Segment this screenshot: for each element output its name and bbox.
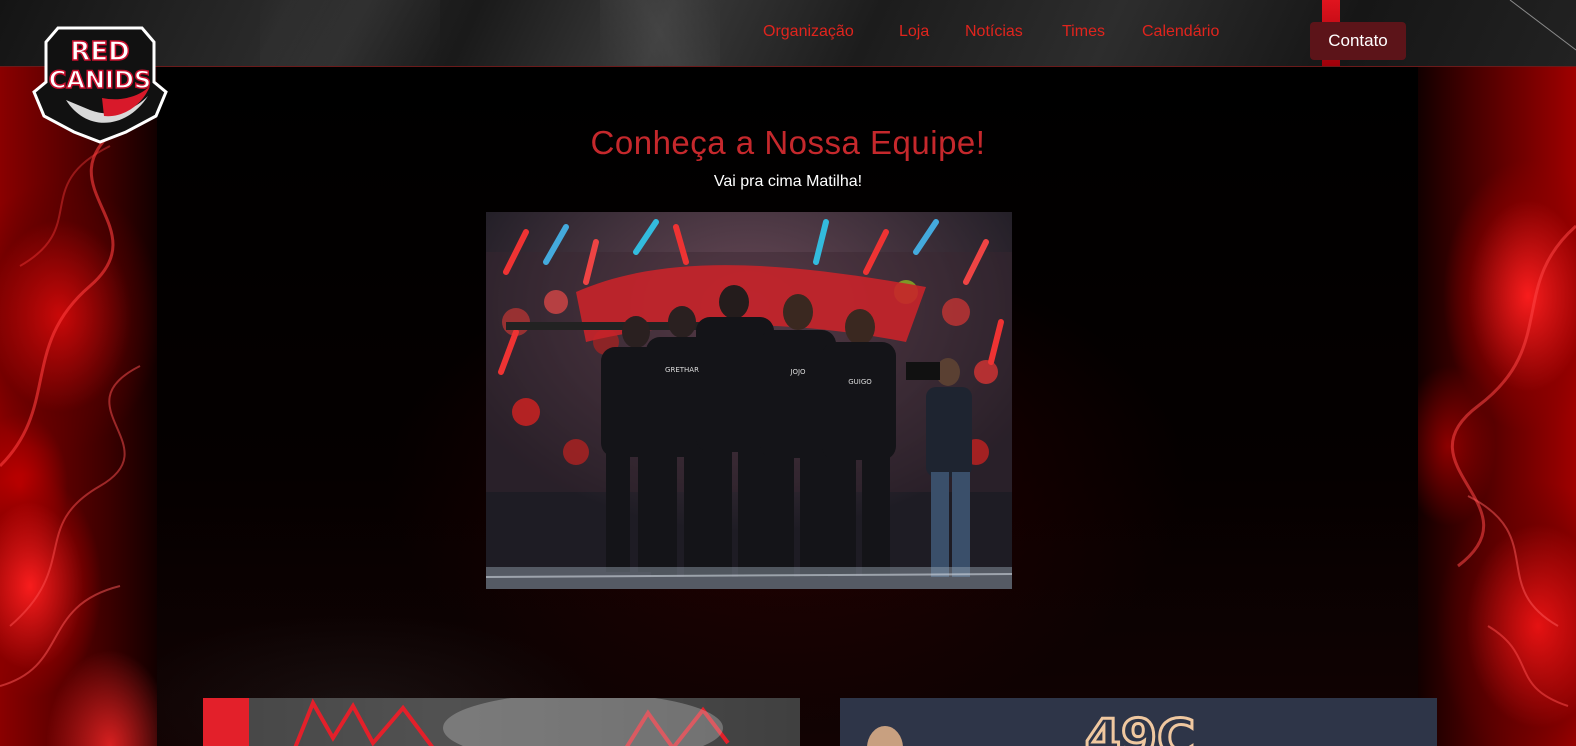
red-canids-logo[interactable]: RED CANIDS (30, 20, 170, 144)
nav-link-organizacao[interactable]: Organização (763, 23, 854, 41)
logo-text-red: RED (70, 37, 129, 67)
right-smoke-background (1418, 66, 1576, 746)
page-subtitle: Vai pra cima Matilha! (713, 173, 863, 190)
nav-link-times[interactable]: Times (1062, 23, 1105, 41)
page: Organização Loja Notícias Times Calendár… (0, 0, 1576, 746)
news-card-2[interactable]: 49C (840, 698, 1437, 746)
jersey-name-grethar: GRETHAR (665, 366, 699, 374)
left-smoke-background (0, 66, 157, 746)
logo-text-canids: CANIDS (49, 66, 151, 94)
nav-link-noticias[interactable]: Notícias (965, 23, 1023, 41)
nav-link-calendario[interactable]: Calendário (1142, 23, 1219, 41)
page-title: Conheça a Nossa Equipe! (590, 124, 986, 161)
contact-button[interactable]: Contato (1310, 22, 1406, 60)
jersey-name-jojo: JOJO (789, 368, 806, 376)
header-corner-lines (1509, 0, 1576, 51)
news-card-1[interactable] (203, 698, 800, 746)
jersey-name-guigo: GUIGO (848, 378, 872, 386)
team-photo: GRETHAR JOJO GUIGO (486, 212, 1012, 589)
card-2-text: 49C (1085, 709, 1196, 746)
nav-link-loja[interactable]: Loja (899, 23, 929, 41)
